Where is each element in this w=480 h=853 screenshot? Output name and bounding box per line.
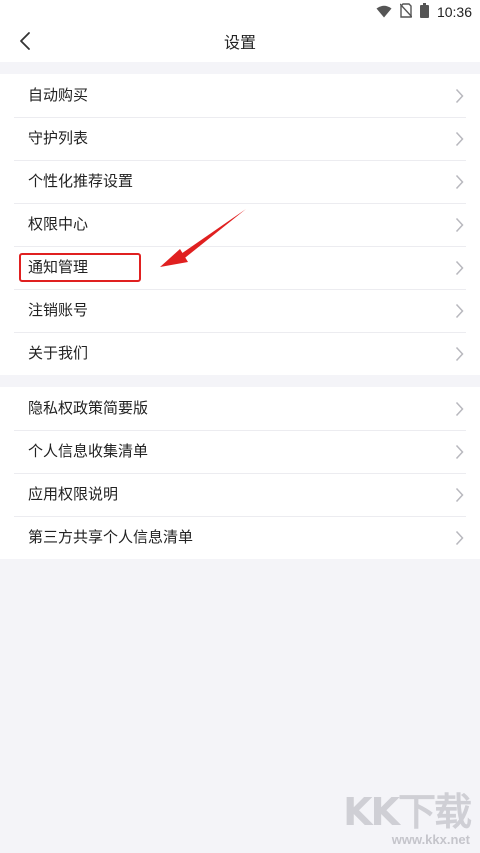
settings-item-cancel-account[interactable]: 注销账号 bbox=[0, 289, 480, 332]
settings-group-privacy: 隐私权政策简要版 个人信息收集清单 应用权限说明 第三方共享个人信息清单 bbox=[0, 387, 480, 559]
settings-item-app-permissions[interactable]: 应用权限说明 bbox=[0, 473, 480, 516]
settings-item-about-us[interactable]: 关于我们 bbox=[0, 332, 480, 375]
watermark: KK下载 www.kkx.net bbox=[342, 790, 472, 851]
chevron-right-icon bbox=[455, 260, 464, 276]
chevron-right-icon bbox=[455, 88, 464, 104]
chevron-right-icon bbox=[455, 346, 464, 362]
status-time: 10:36 bbox=[436, 4, 472, 20]
navigation-bar: 设置 bbox=[0, 24, 480, 62]
annotation-highlight-box bbox=[19, 253, 141, 282]
watermark-logo: KK下载 bbox=[343, 790, 472, 834]
no-sim-icon bbox=[399, 2, 413, 22]
status-icons: 10:36 bbox=[376, 2, 472, 22]
settings-item-label: 关于我们 bbox=[28, 344, 89, 362]
wifi-icon bbox=[376, 3, 392, 22]
settings-item-personal-info-list[interactable]: 个人信息收集清单 bbox=[0, 430, 480, 473]
settings-item-label: 第三方共享个人信息清单 bbox=[28, 528, 194, 546]
page-title: 设置 bbox=[223, 33, 256, 52]
settings-item-label: 守护列表 bbox=[28, 129, 89, 147]
chevron-right-icon bbox=[455, 444, 464, 460]
settings-item-third-party-sharing-list[interactable]: 第三方共享个人信息清单 bbox=[0, 516, 480, 559]
status-bar: 10:36 bbox=[0, 0, 480, 24]
watermark-url: www.kkx.net bbox=[391, 832, 470, 847]
settings-item-label: 权限中心 bbox=[28, 215, 89, 233]
chevron-right-icon bbox=[455, 131, 464, 147]
settings-item-privacy-policy-summary[interactable]: 隐私权政策简要版 bbox=[0, 387, 480, 430]
settings-item-personalized-recommendation[interactable]: 个性化推荐设置 bbox=[0, 160, 480, 203]
chevron-right-icon bbox=[455, 174, 464, 190]
battery-icon bbox=[419, 2, 429, 22]
settings-item-label: 自动购买 bbox=[28, 86, 89, 104]
settings-item-label: 个人信息收集清单 bbox=[28, 442, 149, 460]
annotation-arrow-icon bbox=[160, 209, 246, 267]
settings-item-label: 注销账号 bbox=[28, 301, 89, 319]
chevron-right-icon bbox=[455, 487, 464, 503]
settings-item-label: 个性化推荐设置 bbox=[28, 172, 134, 190]
settings-item-label: 隐私权政策简要版 bbox=[28, 399, 149, 417]
chevron-right-icon bbox=[455, 530, 464, 546]
chevron-right-icon bbox=[455, 303, 464, 319]
settings-item-guard-list[interactable]: 守护列表 bbox=[0, 117, 480, 160]
chevron-right-icon bbox=[455, 217, 464, 233]
settings-item-auto-purchase[interactable]: 自动购买 bbox=[0, 74, 480, 117]
settings-item-label: 应用权限说明 bbox=[28, 485, 119, 503]
chevron-right-icon bbox=[455, 401, 464, 417]
